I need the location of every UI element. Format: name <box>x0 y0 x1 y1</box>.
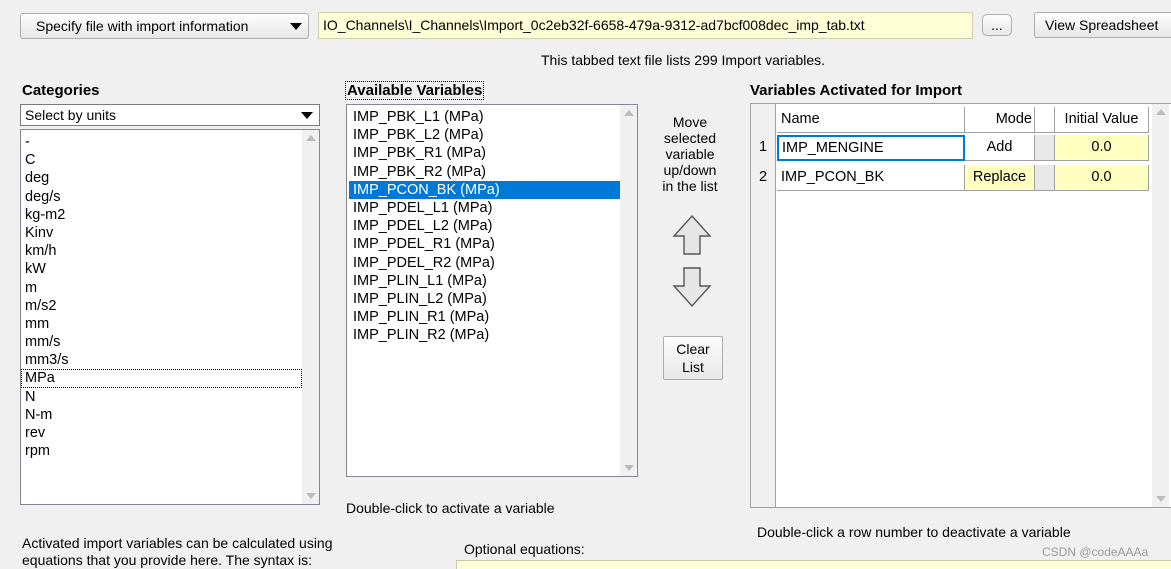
import-mode-select[interactable]: Specify file with import information <box>20 13 309 39</box>
row-2-mode[interactable]: Replace <box>965 165 1035 191</box>
category-item[interactable]: mm3/s <box>21 351 302 369</box>
categories-header: Categories <box>22 82 100 99</box>
column-header-mode: Mode <box>965 107 1035 133</box>
chevron-down-icon <box>301 112 313 119</box>
optional-equations-label: Optional equations: <box>464 541 585 557</box>
row-1-initial-value[interactable]: 0.0 <box>1055 135 1149 161</box>
chevron-down-icon <box>290 23 302 30</box>
variable-item[interactable]: IMP_PDEL_L1 (MPa) <box>349 199 620 217</box>
move-down-arrow-icon[interactable] <box>672 266 712 308</box>
variable-item[interactable]: IMP_PBK_L1 (MPa) <box>349 108 620 126</box>
scroll-up-icon[interactable] <box>624 110 634 116</box>
category-item[interactable]: C <box>21 151 302 169</box>
categories-list[interactable]: - Cdeg deg/s kg-m2 Kinv km/h kW m m/s2 mm mm/s mm3/… <box>20 129 320 505</box>
category-filter-select[interactable]: Select by units <box>20 104 320 126</box>
row-2-name[interactable]: IMP_PCON_BK <box>777 165 965 191</box>
scroll-down-icon[interactable] <box>306 493 316 499</box>
equations-description-line: Activated import variables can be calcul… <box>22 535 333 551</box>
column-header-name: Name <box>777 107 965 133</box>
activated-variables-header: Variables Activated for Import <box>750 82 963 99</box>
watermark: CSDN @codeAAAa <box>1042 545 1149 559</box>
deactivate-hint: Double-click a row number to deactivate … <box>757 524 1071 540</box>
import-mode-select-label: Specify file with import information <box>36 18 249 34</box>
column-header-initial-value: Initial Value <box>1055 107 1149 133</box>
file-path-field[interactable]: IO_Channels\I_Channels\Import_0c2eb32f-6… <box>318 12 973 39</box>
scroll-up-icon[interactable] <box>1156 109 1166 115</box>
category-item[interactable]: rev <box>21 424 302 442</box>
variable-item[interactable]: IMP_PBK_R1 (MPa) <box>349 144 620 162</box>
scroll-down-icon[interactable] <box>1156 496 1166 502</box>
category-item[interactable]: MPa <box>21 369 302 388</box>
available-scrollbar[interactable] <box>620 105 637 476</box>
category-item[interactable]: m/s2 <box>21 297 302 315</box>
variable-item[interactable]: IMP_PCON_BK (MPa) <box>349 180 620 199</box>
category-item[interactable]: m <box>21 279 302 297</box>
category-item[interactable]: N-m <box>21 406 302 424</box>
activated-variables-grid[interactable]: Name Mode Initial Value 1 IMP_MENGINE Ad… <box>750 103 1171 508</box>
browse-button-label: ... <box>991 17 1003 33</box>
category-item[interactable]: deg/s <box>21 188 302 206</box>
category-item[interactable]: N <box>21 388 302 406</box>
category-item[interactable]: mm <box>21 315 302 333</box>
category-item[interactable]: mm/s <box>21 333 302 351</box>
row-1-mode[interactable]: Add <box>965 135 1035 161</box>
available-variables-list[interactable]: IMP_PBK_L1 (MPa) IMP_PBK_L2 (MPa) IMP_PBK_… <box>346 104 638 477</box>
category-item[interactable]: kg-m2 <box>21 206 302 224</box>
activate-hint: Double-click to activate a variable <box>346 500 555 516</box>
view-spreadsheet-label: View Spreadsheet <box>1045 17 1159 33</box>
row-number-1[interactable]: 1 <box>751 135 775 161</box>
available-variables-header: Available Variables <box>344 81 485 100</box>
scroll-up-icon[interactable] <box>306 135 316 141</box>
variable-item[interactable]: IMP_PDEL_L2 (MPa) <box>349 217 620 235</box>
move-line: selected <box>663 130 717 146</box>
variable-item[interactable]: IMP_PLIN_L2 (MPa) <box>349 290 620 308</box>
clear-list-line: List <box>682 359 704 375</box>
move-instructions: Move selected variable up/down in the li… <box>644 114 736 194</box>
scroll-down-icon[interactable] <box>624 465 634 471</box>
variable-item[interactable]: IMP_PLIN_L1 (MPa) <box>349 272 620 290</box>
variable-item[interactable]: IMP_PBK_L2 (MPa) <box>349 126 620 144</box>
category-item[interactable]: - <box>21 133 302 151</box>
clear-list-line: Clear <box>676 341 710 357</box>
equations-description: Activated import variables can be calcul… <box>22 535 333 569</box>
info-text: This tabbed text file lists 299 Import v… <box>541 52 826 68</box>
row-2-initial-value[interactable]: 0.0 <box>1055 165 1149 191</box>
variable-item[interactable]: IMP_PLIN_R2 (MPa) <box>349 326 620 344</box>
clear-list-button[interactable]: Clear List <box>663 336 723 380</box>
move-up-arrow-icon[interactable] <box>672 214 712 256</box>
move-line: Move <box>672 114 708 130</box>
category-filter-label: Select by units <box>25 107 117 123</box>
move-line: variable <box>665 146 715 162</box>
category-item[interactable]: deg <box>21 169 302 187</box>
browse-button[interactable]: ... <box>982 14 1012 36</box>
category-item[interactable]: rpm <box>21 442 302 460</box>
category-item[interactable]: Kinv <box>21 224 302 242</box>
row-number-2[interactable]: 2 <box>751 165 775 191</box>
equations-description-line: equations that you provide here. The syn… <box>22 552 313 568</box>
category-item[interactable]: kW <box>21 260 302 278</box>
categories-scrollbar[interactable] <box>302 130 319 504</box>
move-line: in the list <box>662 178 718 194</box>
variable-item[interactable]: IMP_PDEL_R1 (MPa) <box>349 235 620 253</box>
activated-scrollbar[interactable] <box>1152 104 1169 507</box>
variable-item[interactable]: IMP_PBK_R2 (MPa) <box>349 163 620 181</box>
variable-item[interactable]: IMP_PLIN_R1 (MPa) <box>349 308 620 326</box>
view-spreadsheet-button[interactable]: View Spreadsheet <box>1034 12 1171 38</box>
category-item[interactable]: km/h <box>21 242 302 260</box>
variable-item[interactable]: IMP_PDEL_R2 (MPa) <box>349 254 620 272</box>
move-line: up/down <box>663 162 717 178</box>
row-1-name[interactable]: IMP_MENGINE <box>777 135 965 161</box>
file-path-text: IO_Channels\I_Channels\Import_0c2eb32f-6… <box>323 17 865 33</box>
